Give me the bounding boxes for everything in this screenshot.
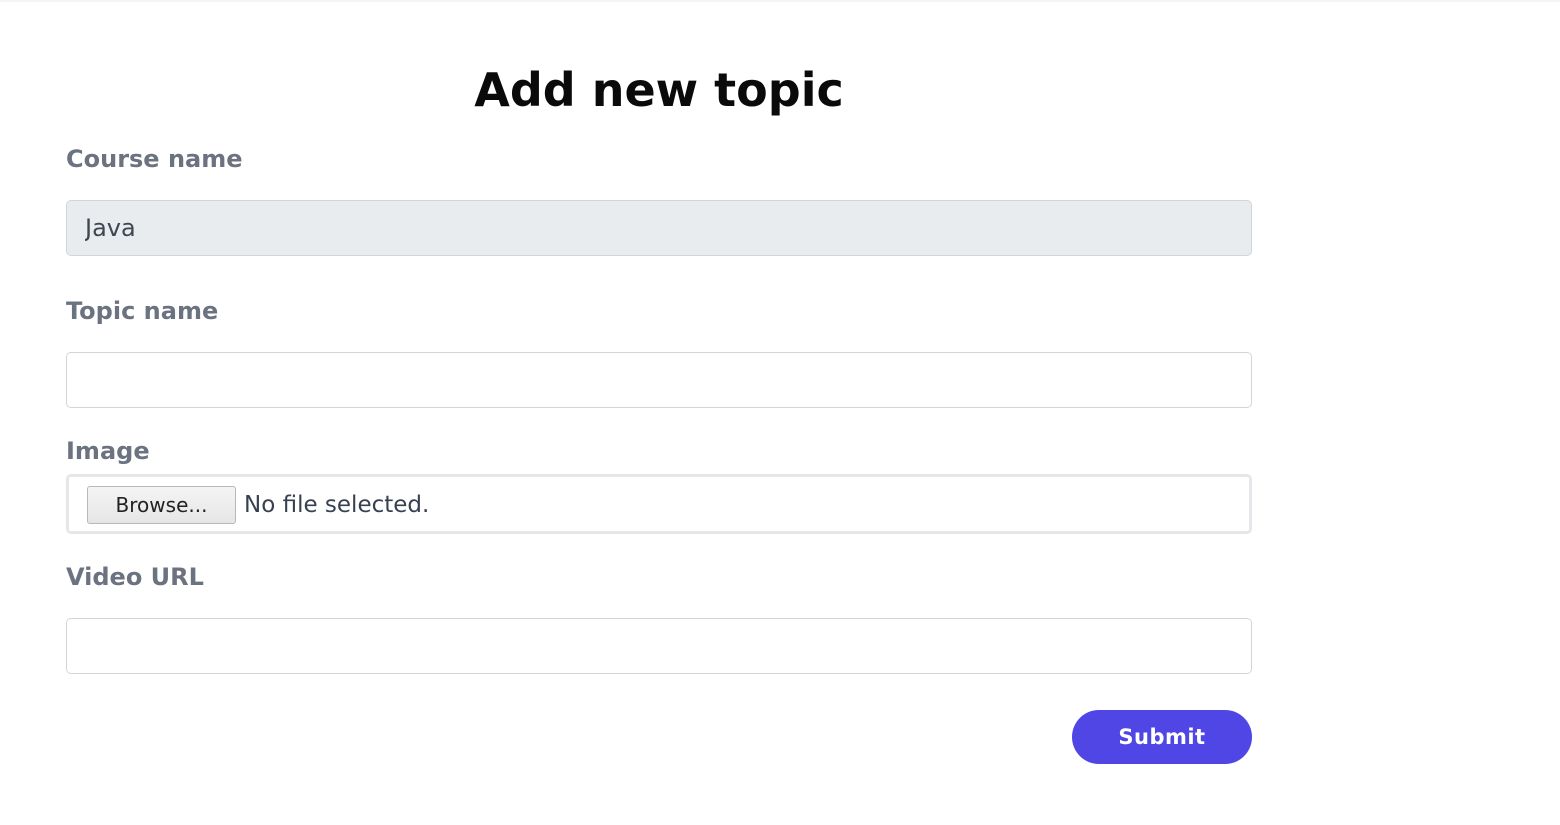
topic-name-label: Topic name [66,297,219,325]
top-divider [0,0,1560,2]
video-url-label: Video URL [66,563,204,591]
file-status-text: No file selected. [244,492,430,518]
image-label: Image [66,437,150,465]
course-name-field[interactable] [66,200,1252,256]
page-title: Add new topic [474,63,844,117]
image-file-input[interactable]: Browse... No file selected. [66,474,1252,534]
submit-button[interactable]: Submit [1072,710,1252,764]
topic-name-field[interactable] [66,352,1252,408]
video-url-field[interactable] [66,618,1252,674]
browse-button[interactable]: Browse... [87,486,236,524]
course-name-label: Course name [66,145,243,173]
